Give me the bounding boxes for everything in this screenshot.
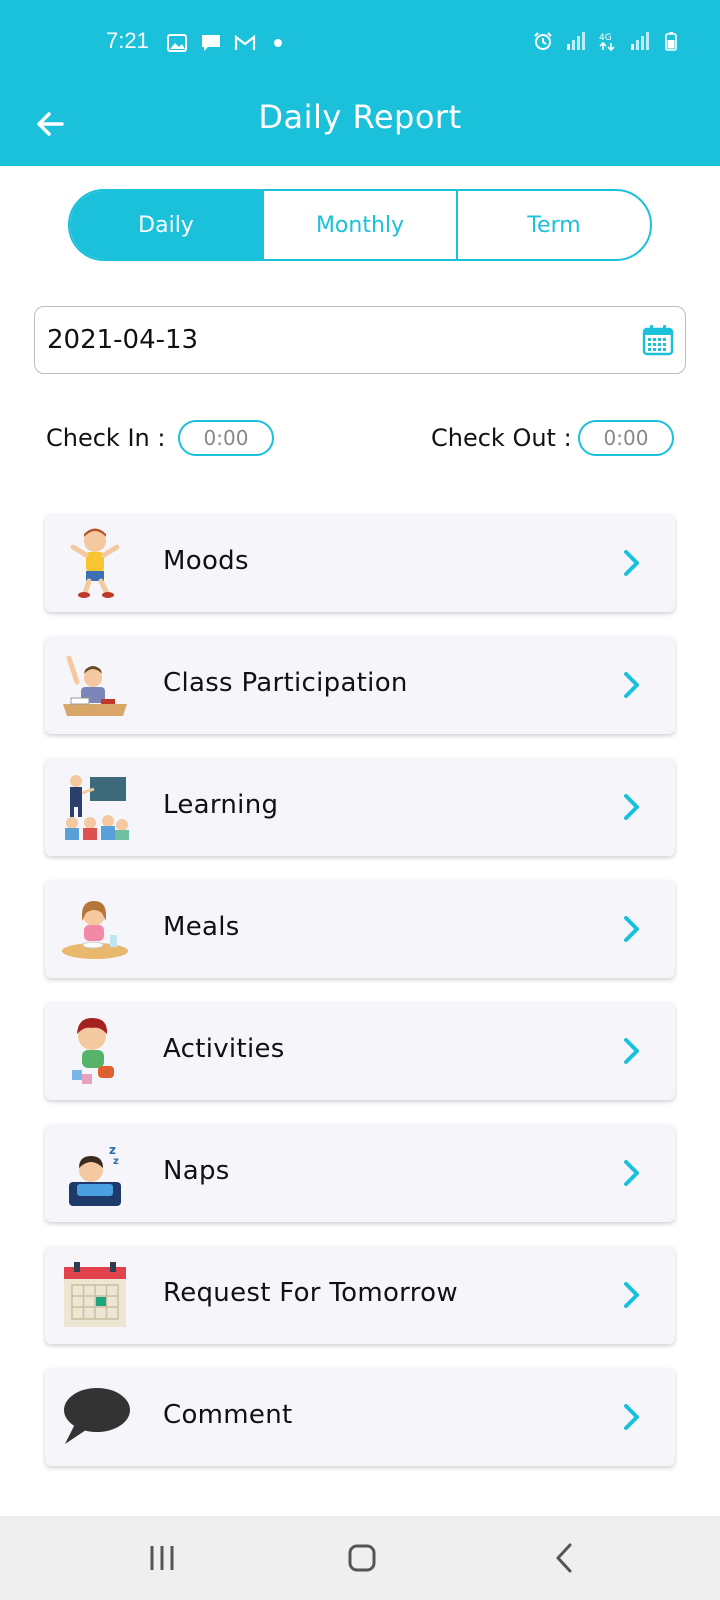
- list-item-label: Class Participation: [163, 668, 408, 698]
- alarm-icon: [534, 32, 552, 50]
- report-period-tabs: Daily Monthly Term: [68, 189, 652, 261]
- tab-term[interactable]: Term: [456, 191, 650, 259]
- list-item-activities[interactable]: Activities: [45, 1002, 675, 1100]
- status-time: 7:21: [106, 28, 149, 53]
- check-out-label: Check Out :: [431, 424, 572, 452]
- speech-bubble-icon: [59, 1380, 131, 1454]
- recent-apps-button[interactable]: [142, 1540, 182, 1576]
- chevron-right-icon: [624, 1282, 639, 1308]
- list-item-label: Meals: [163, 912, 240, 942]
- recent-apps-icon: [150, 1546, 174, 1570]
- notification-icons: [166, 32, 282, 54]
- gmail-icon: [234, 34, 256, 50]
- check-times-row: Check In : 0:00 Check Out : 0:00: [46, 420, 676, 460]
- battery-icon: [665, 32, 677, 51]
- calendar-picker-icon[interactable]: [641, 323, 675, 357]
- home-button[interactable]: [342, 1540, 382, 1576]
- svg-text:4G: 4G: [599, 33, 612, 43]
- tab-monthly[interactable]: Monthly: [262, 191, 456, 259]
- system-back-button[interactable]: [544, 1540, 584, 1576]
- list-item-label: Request For Tomorrow: [163, 1278, 458, 1308]
- list-item-label: Comment: [163, 1400, 293, 1430]
- message-icon: [202, 35, 220, 51]
- sleeping-child-icon: z z: [59, 1136, 131, 1210]
- girl-eating-icon: [59, 892, 131, 966]
- back-chevron-icon: [556, 1543, 572, 1573]
- more-notifications-dot: [274, 39, 282, 47]
- list-item-naps[interactable]: z z Naps: [45, 1124, 675, 1222]
- date-value: 2021-04-13: [47, 325, 199, 355]
- system-icons: 4G: [532, 30, 682, 52]
- check-out-time[interactable]: 0:00: [578, 420, 674, 456]
- raised-hand-student-icon: [59, 648, 131, 722]
- check-in-time[interactable]: 0:00: [178, 420, 274, 456]
- list-item-class-participation[interactable]: Class Participation: [45, 636, 675, 734]
- chevron-right-icon: [624, 794, 639, 820]
- chevron-right-icon: [624, 916, 639, 942]
- chevron-right-icon: [624, 550, 639, 576]
- svg-text:z: z: [113, 1156, 119, 1167]
- signal-icon: [567, 32, 585, 50]
- list-item-label: Learning: [163, 790, 279, 820]
- chevron-right-icon: [624, 1160, 639, 1186]
- system-navigation-bar: [0, 1516, 720, 1600]
- page-title: Daily Report: [258, 98, 462, 136]
- chevron-right-icon: [624, 1404, 639, 1430]
- list-item-moods[interactable]: Moods: [45, 514, 675, 612]
- list-item-meals[interactable]: Meals: [45, 880, 675, 978]
- happy-boy-icon: [59, 526, 131, 600]
- tab-daily[interactable]: Daily: [70, 191, 262, 259]
- teacher-classroom-icon: [59, 770, 131, 844]
- list-item-learning[interactable]: Learning: [45, 758, 675, 856]
- app-bar: Daily Report: [0, 88, 720, 166]
- date-field[interactable]: 2021-04-13: [34, 306, 686, 374]
- signal-2-icon: [631, 32, 649, 50]
- report-category-list: Moods Class Participation Learning Meals…: [45, 514, 675, 1490]
- status-bar: 7:21 4G: [0, 0, 720, 88]
- home-icon: [348, 1544, 376, 1572]
- check-in-label: Check In :: [46, 424, 166, 452]
- child-playing-icon: [59, 1014, 131, 1088]
- list-item-label: Activities: [163, 1034, 285, 1064]
- gallery-icon: [167, 34, 187, 52]
- list-item-comment[interactable]: Comment: [45, 1368, 675, 1466]
- list-item-label: Naps: [163, 1156, 230, 1186]
- list-item-label: Moods: [163, 546, 249, 576]
- calendar-icon: [59, 1258, 131, 1332]
- list-item-request-for-tomorrow[interactable]: Request For Tomorrow: [45, 1246, 675, 1344]
- network-4g-icon: 4G: [599, 33, 615, 52]
- chevron-right-icon: [624, 1038, 639, 1064]
- chevron-right-icon: [624, 672, 639, 698]
- svg-text:z: z: [109, 1143, 116, 1157]
